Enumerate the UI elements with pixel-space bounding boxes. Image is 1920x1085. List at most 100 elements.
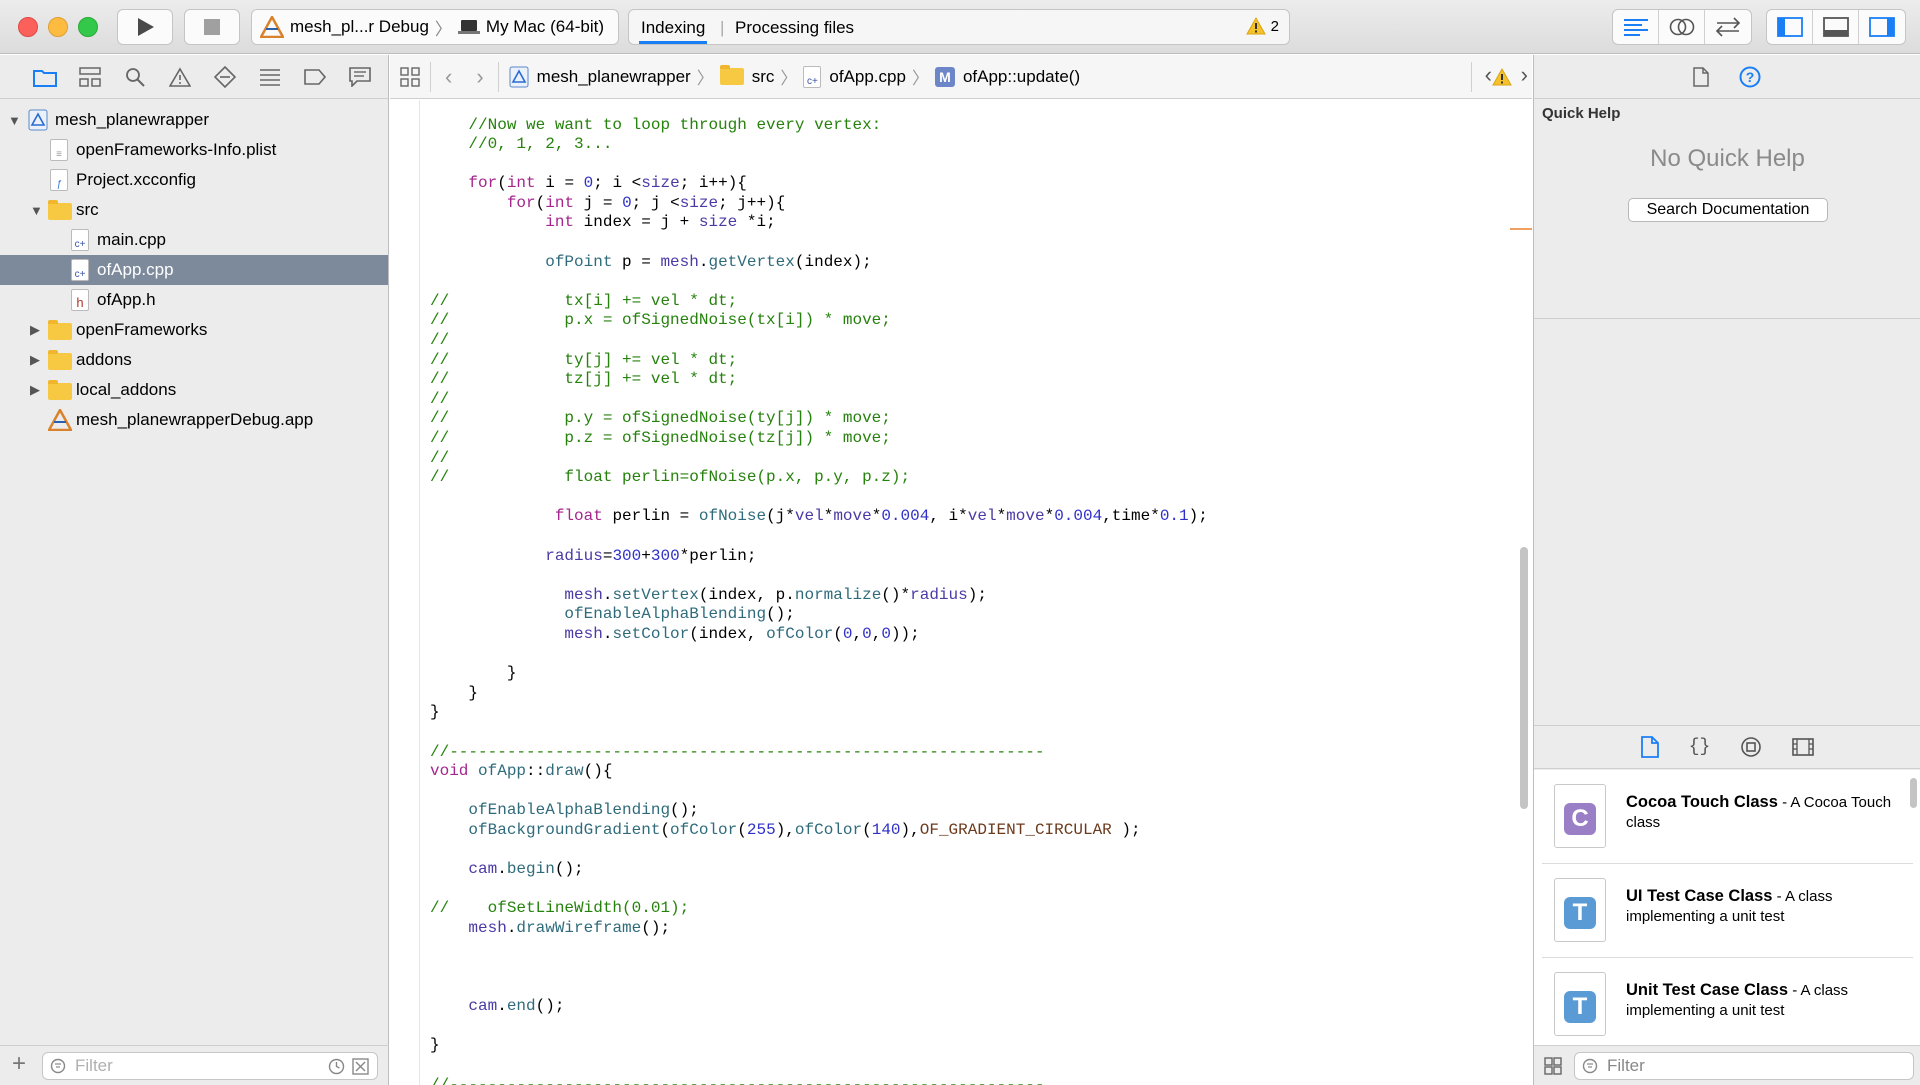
test-navigator-tab[interactable]: [202, 65, 247, 88]
report-navigator-tab[interactable]: [337, 66, 382, 87]
inspector-toggle-button[interactable]: [1859, 10, 1905, 44]
tree-item-label: ofApp.h: [97, 290, 156, 309]
tree-item-label: mesh_planewrapperDebug.app: [76, 410, 314, 429]
indexing-progress-bar: [639, 41, 707, 44]
diamond-icon: [213, 65, 236, 88]
app-product-icon: [48, 409, 72, 431]
symbol-navigator-tab[interactable]: [67, 66, 112, 87]
library-item-title: Cocoa Touch Class: [1626, 793, 1778, 811]
library-filter-field[interactable]: Filter: [1574, 1052, 1914, 1080]
scheme-selector[interactable]: mesh_pl...r Debug 〉 My Mac (64-bit): [251, 9, 619, 45]
breadcrumb-file[interactable]: ofApp.cpp: [829, 67, 906, 87]
tree-item-src[interactable]: ▼ src: [0, 195, 388, 225]
navigator-toggle-button[interactable]: [1767, 10, 1813, 44]
folder-icon: [48, 380, 72, 400]
tree-item-label: main.cpp: [97, 230, 166, 249]
source-editor[interactable]: //Now we want to loop through every vert…: [390, 100, 1532, 1085]
tree-item-debug-app[interactable]: mesh_planewrapperDebug.app: [0, 405, 388, 435]
next-issue-button[interactable]: ›: [1521, 62, 1528, 88]
debug-navigator-tab[interactable]: [247, 68, 292, 86]
run-button[interactable]: [117, 9, 173, 45]
debug-area-toggle-button[interactable]: [1813, 10, 1859, 44]
activity-status: Processing files: [735, 18, 855, 37]
search-documentation-button[interactable]: Search Documentation: [1628, 198, 1828, 222]
breakpoint-navigator-tab[interactable]: [292, 68, 337, 85]
tree-item-main-cpp[interactable]: c+ main.cpp: [0, 225, 388, 255]
folder-icon: [719, 65, 744, 85]
project-navigator: ▼ mesh_planewrapper ≡ openFrameworks-Inf…: [0, 55, 389, 1085]
cpp-file-icon: c+: [803, 65, 822, 88]
library-item[interactable]: T Unit Test Case Class - A class impleme…: [1542, 958, 1913, 1052]
tree-item-project[interactable]: ▼ mesh_planewrapper: [0, 105, 388, 135]
find-navigator-tab[interactable]: [112, 67, 157, 87]
object-library-icon[interactable]: [1740, 736, 1762, 758]
scheme-name: mesh_pl...r Debug: [290, 17, 429, 36]
standard-editor-button[interactable]: [1613, 10, 1659, 44]
close-window-button[interactable]: [18, 17, 38, 37]
stop-button[interactable]: [184, 9, 240, 45]
template-glyph: T: [1564, 991, 1596, 1023]
issue-navigator-tab[interactable]: [157, 66, 202, 87]
filter-placeholder: Filter: [75, 1056, 113, 1075]
back-button[interactable]: ‹: [445, 64, 452, 90]
template-file-icon: C: [1554, 784, 1606, 848]
tree-item-plist[interactable]: ≡ openFrameworks-Info.plist: [0, 135, 388, 165]
source-code[interactable]: //Now we want to loop through every vert…: [430, 116, 1208, 1085]
file-tree: ▼ mesh_planewrapper ≡ openFrameworks-Inf…: [0, 99, 388, 435]
tree-item-xcconfig[interactable]: ƒ Project.xcconfig: [0, 165, 388, 195]
forward-button[interactable]: ›: [476, 64, 483, 90]
breadcrumb-method[interactable]: ofApp::update(): [963, 67, 1080, 87]
recent-files-icon[interactable]: [328, 1058, 345, 1075]
scheme-separator: 〉: [434, 19, 452, 39]
code-snippet-icon[interactable]: {}: [1689, 737, 1711, 757]
tree-item-ofapp-cpp[interactable]: c+ ofApp.cpp: [0, 255, 388, 285]
previous-issue-button[interactable]: ‹: [1485, 62, 1492, 88]
project-file-icon: [509, 66, 529, 87]
disclosure-closed-icon: ▶: [30, 322, 40, 337]
scroll-marker: [1510, 228, 1532, 230]
file-template-icon[interactable]: [1640, 736, 1659, 758]
navigator-footer: + Filter: [0, 1045, 389, 1085]
breadcrumb-project[interactable]: mesh_planewrapper: [537, 67, 691, 87]
vertical-scrollbar[interactable]: [1520, 547, 1528, 809]
add-file-button[interactable]: +: [12, 1050, 26, 1078]
help-icon[interactable]: ?: [1739, 66, 1761, 88]
zoom-window-button[interactable]: [78, 17, 98, 37]
grid-view-icon[interactable]: [1544, 1057, 1562, 1075]
filter-icon: [50, 1058, 66, 1074]
quick-help-title: Quick Help: [1542, 105, 1621, 122]
library-item[interactable]: T UI Test Case Class - A class implement…: [1542, 864, 1913, 958]
library-scrollbar[interactable]: [1910, 778, 1917, 808]
search-icon: [125, 67, 145, 87]
cpp-file-icon: c+: [71, 259, 89, 281]
library-item[interactable]: C Cocoa Touch Class - A Cocoa Touch clas…: [1542, 770, 1913, 864]
warning-indicator[interactable]: 2: [1245, 17, 1279, 35]
project-navigator-tab[interactable]: [22, 67, 67, 87]
breadcrumb-separator: 〉: [696, 69, 714, 88]
assistant-editor-button[interactable]: [1659, 10, 1705, 44]
tree-item-local-addons[interactable]: ▶ local_addons: [0, 375, 388, 405]
related-items-icon[interactable]: [400, 66, 420, 87]
navigator-filter-field[interactable]: Filter: [42, 1052, 378, 1080]
folder-icon: [48, 200, 72, 220]
disclosure-closed-icon: ▶: [30, 382, 40, 397]
warning-count: 2: [1270, 17, 1279, 35]
scm-filter-icon[interactable]: [352, 1058, 369, 1075]
breadcrumb-group[interactable]: src: [752, 67, 775, 87]
minimize-window-button[interactable]: [48, 17, 68, 37]
media-library-icon[interactable]: [1792, 738, 1815, 756]
disclosure-closed-icon: ▶: [30, 352, 40, 367]
library-tabs: {}: [1534, 725, 1920, 769]
tree-item-ofapp-h[interactable]: h ofApp.h: [0, 285, 388, 315]
template-file-icon: T: [1554, 972, 1606, 1036]
inspector-tabs: ?: [1534, 55, 1920, 99]
destination-name: My Mac (64-bit): [485, 17, 604, 36]
breadcrumb-separator: 〉: [780, 69, 798, 88]
line-gutter[interactable]: [390, 100, 420, 1085]
tree-item-openframeworks[interactable]: ▶ openFrameworks: [0, 315, 388, 345]
tree-item-addons[interactable]: ▶ addons: [0, 345, 388, 375]
lines-icon: [1623, 19, 1648, 36]
file-inspector-icon[interactable]: [1693, 66, 1709, 87]
tree-item-label: src: [76, 200, 99, 219]
version-editor-button[interactable]: [1705, 10, 1751, 44]
